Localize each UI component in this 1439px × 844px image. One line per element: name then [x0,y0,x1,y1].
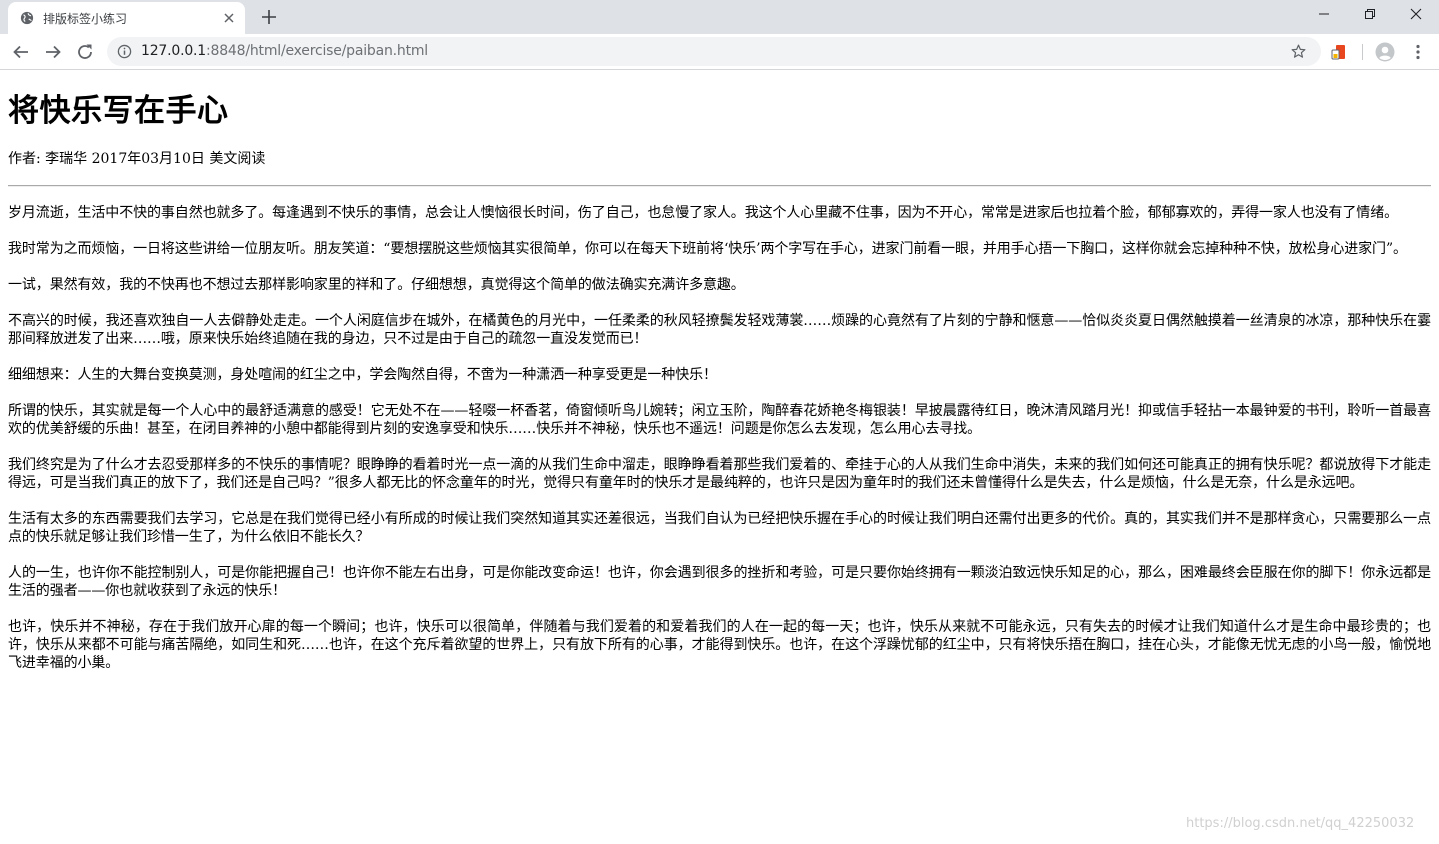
paragraph: 岁月流逝，生活中不快的事自然也就多了。每逢遇到不快乐的事情，总会让人懊恼很长时间… [8,205,1398,221]
restore-icon [1365,9,1375,19]
article-byline: 作者: 李瑞华 2017年03月10日 美文阅读 [8,151,266,167]
article: 将快乐写在手心 作者: 李瑞华 2017年03月10日 美文阅读 岁月流逝，生活… [8,70,1431,672]
paragraph: 人的一生，也许你不能控制别人，可是你能把握自己！也许你不能左右出身，可是你能改变… [8,565,1431,599]
browser-window: 排版标签小练习 127.0.0.1:8848/html/exercise/pai… [0,0,1439,844]
watermark: https://blog.csdn.net/qq_42250032 [1186,816,1415,831]
back-arrow-icon[interactable] [9,40,33,64]
info-icon[interactable] [117,44,132,59]
browser-tab[interactable]: 排版标签小练习 [8,2,245,34]
close-icon [1410,8,1422,20]
close-icon[interactable] [221,10,237,26]
paragraph: 一试，果然有效，我的不快再也不想过去那样影响家里的祥和了。仔细想想，真觉得这个简… [8,277,745,293]
paragraph: 细细想来：人生的大舞台变换莫测，身处喧闹的红尘之中，学会陶然自得，不啻为一种潇洒… [8,367,717,383]
browser-toolbar: 127.0.0.1:8848/html/exercise/paiban.html [0,34,1439,70]
minimize-icon [1319,13,1329,15]
url-host: 127.0.0.1 [141,43,206,59]
page-content: 将快乐写在手心 作者: 李瑞华 2017年03月10日 美文阅读 岁月流逝，生活… [0,70,1439,844]
reload-icon[interactable] [73,40,97,64]
globe-icon [20,11,34,25]
tab-title: 排版标签小练习 [43,12,128,26]
more-menu-icon[interactable] [1408,42,1428,62]
forward-arrow-icon[interactable] [41,40,65,64]
extension-icon[interactable] [1330,43,1348,61]
divider [8,185,1431,187]
new-tab-plus-icon[interactable] [259,7,279,27]
bookmark-star-icon[interactable] [1290,43,1307,60]
window-close-button[interactable] [1393,0,1439,30]
paragraph: 生活有太多的东西需要我们去学习，它总是在我们觉得已经小有所成的时候让我们突然知道… [8,511,1431,545]
article-title: 将快乐写在手心 [8,93,229,129]
url-text: 127.0.0.1:8848/html/exercise/paiban.html [141,43,428,59]
toolbar-separator [1362,44,1363,60]
paragraph: 所谓的快乐，其实就是每一个人心中的最舒适满意的感受！它无处不在——轻啜一杯香茗，… [8,403,1431,437]
address-bar[interactable]: 127.0.0.1:8848/html/exercise/paiban.html [107,37,1321,66]
restore-button[interactable] [1347,0,1393,30]
profile-avatar-icon[interactable] [1375,42,1395,62]
paragraph: 我时常为之而烦恼，一日将这些讲给一位朋友听。朋友笑道：“要想摆脱这些烦恼其实很简… [8,241,1407,257]
paragraph: 我们终究是为了什么才去忍受那样多的不快乐的事情呢？眼睁睁的看着时光一点一滴的从我… [8,457,1431,491]
tab-strip: 排版标签小练习 [0,0,1439,34]
url-path: :8848/html/exercise/paiban.html [206,43,428,59]
minimize-button[interactable] [1301,0,1347,30]
paragraph: 不高兴的时候，我还喜欢独自一人去僻静处走走。一个人闲庭信步在城外，在橘黄色的月光… [8,313,1431,347]
paragraph: 也许，快乐并不神秘，存在于我们放开心扉的每一个瞬间；也许，快乐可以很简单，伴随着… [8,619,1431,671]
article-body: 岁月流逝，生活中不快的事自然也就多了。每逢遇到不快乐的事情，总会让人懊恼很长时间… [8,204,1431,672]
